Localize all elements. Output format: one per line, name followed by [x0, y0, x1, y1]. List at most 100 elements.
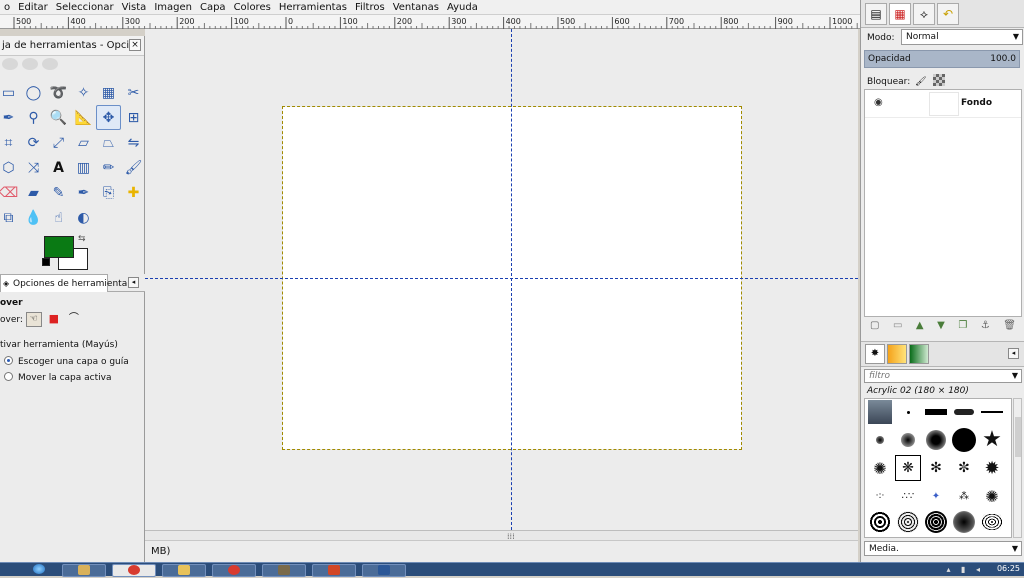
- brush-scrollbar[interactable]: [1013, 398, 1022, 538]
- brush-item[interactable]: ✺: [979, 483, 1005, 509]
- color-picker-icon[interactable]: ⚲: [21, 105, 46, 130]
- brush-view-select[interactable]: Media. ▼: [864, 541, 1022, 556]
- horizontal-guide[interactable]: [145, 278, 858, 279]
- tab-channels[interactable]: ▦: [889, 3, 911, 25]
- canvas-area[interactable]: [145, 29, 858, 530]
- zoom-icon[interactable]: 🔍: [46, 105, 71, 130]
- scissors-icon[interactable]: ✂: [121, 80, 146, 105]
- scrollbar-thumb[interactable]: [1015, 417, 1021, 457]
- text-icon[interactable]: A: [46, 155, 71, 180]
- menu-filters[interactable]: Filtros: [351, 2, 389, 13]
- vertical-guide[interactable]: [511, 29, 512, 530]
- menu-file[interactable]: o: [0, 2, 14, 13]
- warp-icon[interactable]: ⤨: [21, 155, 46, 180]
- menu-help[interactable]: Ayuda: [443, 2, 482, 13]
- blend-icon[interactable]: ▥: [71, 155, 96, 180]
- move-path-mode-icon[interactable]: ⌒: [66, 312, 82, 327]
- duplicate-layer-icon[interactable]: ❐: [958, 320, 967, 334]
- taskbar-gimp[interactable]: [262, 564, 306, 577]
- rect-select-icon[interactable]: ▭: [0, 80, 21, 105]
- lower-layer-icon[interactable]: ▼: [937, 320, 945, 334]
- align-icon[interactable]: ⊞: [121, 105, 146, 130]
- pencil-icon[interactable]: ✏: [96, 155, 121, 180]
- lock-alpha-icon[interactable]: [933, 74, 946, 86]
- new-layer-icon[interactable]: ▢: [870, 320, 879, 334]
- brush-item[interactable]: [895, 427, 921, 453]
- tab-paths[interactable]: ⟡: [913, 3, 935, 25]
- brush-item[interactable]: ★: [979, 427, 1005, 453]
- brush-item[interactable]: ✼: [951, 455, 977, 481]
- perspective-clone-icon[interactable]: ⧉: [0, 205, 21, 230]
- taskbar-explorer[interactable]: [62, 564, 106, 577]
- radio-pick-layer[interactable]: Escoger una capa o guía: [4, 356, 129, 367]
- eye-icon[interactable]: ◉: [874, 97, 883, 108]
- brush-item[interactable]: ✹: [979, 455, 1005, 481]
- mode-select[interactable]: Normal ▼: [901, 29, 1023, 45]
- lock-pixels-icon[interactable]: 🖌: [915, 77, 926, 87]
- brush-item[interactable]: [979, 399, 1005, 425]
- brush-filter-input[interactable]: filtro ▼: [864, 369, 1022, 383]
- taskbar-files[interactable]: [162, 564, 206, 577]
- tab-patterns[interactable]: [887, 344, 907, 364]
- menu-tools[interactable]: Herramientas: [275, 2, 351, 13]
- move-selection-mode-icon[interactable]: ■: [46, 312, 62, 327]
- brush-item[interactable]: ∴∵: [895, 483, 921, 509]
- shear-icon[interactable]: ▱: [71, 130, 96, 155]
- lasso-icon[interactable]: ➰: [46, 80, 71, 105]
- layer-row[interactable]: ◉ Fondo: [865, 90, 1021, 118]
- brush-item[interactable]: [867, 509, 893, 535]
- smudge-icon[interactable]: ☝: [46, 205, 71, 230]
- brush-item[interactable]: [895, 509, 921, 535]
- brush-item[interactable]: [867, 399, 893, 425]
- brush-item[interactable]: ·:·: [867, 483, 893, 509]
- brush-item[interactable]: [979, 509, 1005, 535]
- brush-item[interactable]: [867, 427, 893, 453]
- menu-windows[interactable]: Ventanas: [389, 2, 443, 13]
- brush-item[interactable]: [951, 399, 977, 425]
- horizontal-scrollbar[interactable]: ⁞⁞⁞: [145, 530, 858, 541]
- brush-item[interactable]: ✦: [923, 483, 949, 509]
- swap-colors-icon[interactable]: ⇆: [78, 234, 86, 244]
- perspective-icon[interactable]: ⏢: [96, 130, 121, 155]
- menu-image[interactable]: Imagen: [150, 2, 196, 13]
- menu-select[interactable]: Seleccionar: [52, 2, 118, 13]
- new-layer-group-icon[interactable]: ▭: [893, 320, 902, 334]
- fuzzy-select-icon[interactable]: ✧: [71, 80, 96, 105]
- reset-colors-icon[interactable]: [42, 258, 50, 266]
- horizontal-ruler[interactable]: 500 400 300 200 100 0 100 200 300 400 500 600 700 800…: [0, 15, 860, 29]
- brush-item[interactable]: [895, 399, 921, 425]
- tab-menu-icon[interactable]: ◂: [1008, 348, 1019, 359]
- brush-item[interactable]: ⁂: [951, 483, 977, 509]
- airbrush-icon[interactable]: ✎: [46, 180, 71, 205]
- taskbar-chrome2[interactable]: [212, 564, 256, 577]
- brush-item[interactable]: ✻: [923, 455, 949, 481]
- blur-icon[interactable]: 💧: [21, 205, 46, 230]
- brush-item[interactable]: [923, 399, 949, 425]
- scale-icon[interactable]: ⤢: [46, 130, 71, 155]
- taskbar-chrome[interactable]: [112, 564, 156, 577]
- taskbar-word[interactable]: [362, 564, 406, 577]
- tab-menu-icon[interactable]: ◂: [128, 277, 139, 288]
- tray-icons[interactable]: ▴ ▮ ◂: [946, 565, 984, 574]
- start-button[interactable]: [22, 564, 56, 577]
- toolbox-titlebar[interactable]: ja de herramientas - Opcion ×: [0, 36, 144, 56]
- radio-move-active-icon[interactable]: [4, 372, 13, 381]
- tab-undo[interactable]: ↶: [937, 3, 959, 25]
- menu-layer[interactable]: Capa: [196, 2, 230, 13]
- brush-item[interactable]: [923, 509, 949, 535]
- menu-edit[interactable]: Editar: [14, 2, 52, 13]
- brush-item[interactable]: [951, 509, 977, 535]
- flip-icon[interactable]: ⇋: [121, 130, 146, 155]
- ink-icon[interactable]: ✒: [71, 180, 96, 205]
- cage-icon[interactable]: ⬡: [0, 155, 21, 180]
- paintbrush-icon[interactable]: 🖌: [121, 155, 146, 180]
- menu-colors[interactable]: Colores: [230, 2, 275, 13]
- layer-thumbnail[interactable]: [929, 92, 959, 116]
- paths-icon[interactable]: ✒: [0, 105, 21, 130]
- eraser2-icon[interactable]: ▰: [21, 180, 46, 205]
- clone-icon[interactable]: ⎘: [96, 180, 121, 205]
- crop-icon[interactable]: ⌗: [0, 130, 21, 155]
- layer-name[interactable]: Fondo: [961, 98, 992, 108]
- dodge-icon[interactable]: ◐: [71, 205, 96, 230]
- tab-gradients[interactable]: [909, 344, 929, 364]
